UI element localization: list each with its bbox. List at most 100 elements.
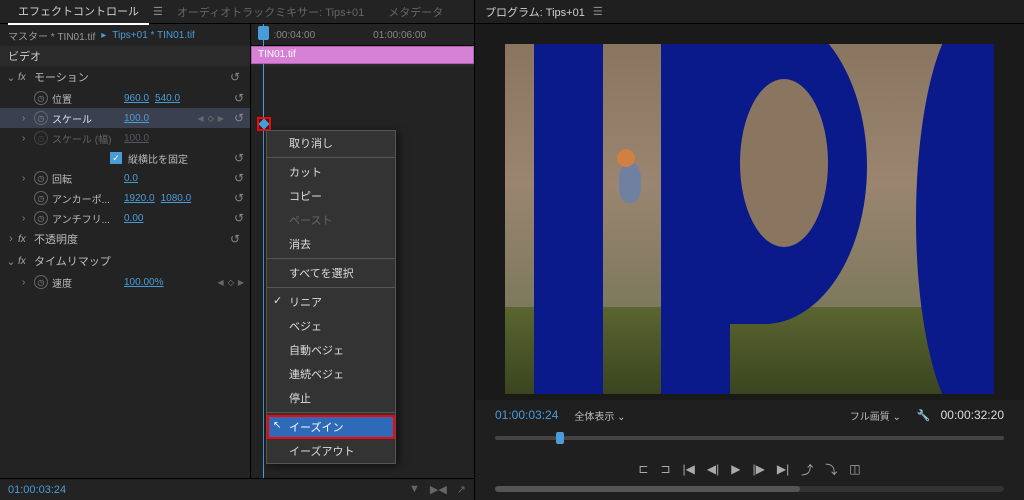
timeline-ruler[interactable] xyxy=(251,24,474,46)
anchor-y-value[interactable]: 1080.0 xyxy=(161,193,192,204)
playhead-time[interactable]: 01:00:03:24 xyxy=(8,484,66,496)
clip-bar[interactable]: TIN01.tif xyxy=(251,46,474,64)
add-keyframe-icon[interactable]: ◇ xyxy=(208,114,214,123)
reset-icon[interactable]: ↺ xyxy=(234,211,244,225)
menu-undo[interactable]: 取り消し xyxy=(267,131,395,155)
fx-opacity[interactable]: › fx 不透明度 ↺ xyxy=(0,228,250,250)
fit-dropdown[interactable]: 全体表示 ⌄ xyxy=(568,406,631,425)
reset-icon[interactable]: ↺ xyxy=(230,232,240,246)
mark-out-icon[interactable]: ⊐ xyxy=(660,462,670,476)
menu-auto-bezier[interactable]: 自動ベジェ xyxy=(267,338,395,362)
keyframe-diamond-icon xyxy=(258,118,269,129)
panel-tab-bar: エフェクトコントロール ☰ オーディオトラックミキサー: Tips+01 メタデ… xyxy=(0,0,474,24)
bottom-status-bar: 01:00:03:24 ▼ ▶◀ ↗ xyxy=(0,478,474,500)
step-forward-icon[interactable]: |▶ xyxy=(752,462,764,476)
checkbox-checked-icon[interactable]: ✓ xyxy=(110,152,122,164)
menu-linear[interactable]: ✓リニア xyxy=(267,290,395,314)
prop-rotation[interactable]: › ◷ 回転 0.0 ↺ xyxy=(0,168,250,188)
toggle-icon[interactable]: ▶◀ xyxy=(430,483,447,496)
scrub-thumb[interactable] xyxy=(556,432,564,444)
menu-clear[interactable]: 消去 xyxy=(267,232,395,256)
go-to-in-icon[interactable]: |◀ xyxy=(683,462,695,476)
menu-ease-in[interactable]: ↖イーズイン xyxy=(267,415,395,439)
stopwatch-icon[interactable]: ◷ xyxy=(34,191,48,205)
menu-cut[interactable]: カット xyxy=(267,160,395,184)
breadcrumb-current[interactable]: Tips+01 * TIN01.tif xyxy=(112,30,195,41)
stopwatch-icon[interactable]: ◷ xyxy=(34,111,48,125)
prop-position[interactable]: ◷ 位置 960.0 540.0 ↺ xyxy=(0,88,250,108)
lock-aspect-row[interactable]: ✓ 縦横比を固定 ↺ xyxy=(0,148,250,168)
prop-scale[interactable]: › ◷ スケール 100.0 ◀ ◇ ▶ ↺ xyxy=(0,108,250,128)
zoom-thumb[interactable] xyxy=(495,486,800,492)
next-keyframe-icon[interactable]: ▶ xyxy=(218,114,224,123)
quality-dropdown[interactable]: フル画質 ⌄ xyxy=(844,406,907,425)
playhead-line xyxy=(263,24,264,494)
bird-image xyxy=(617,149,657,209)
menu-select-all[interactable]: すべてを選択 xyxy=(267,261,395,285)
stopwatch-icon[interactable]: ◷ xyxy=(34,275,48,289)
stopwatch-icon[interactable]: ◷ xyxy=(34,211,48,225)
prop-antiflicker[interactable]: › ◷ アンチフリ... 0.00 ↺ xyxy=(0,208,250,228)
tab-audio-mixer[interactable]: オーディオトラックミキサー: Tips+01 xyxy=(167,0,374,24)
tab-effect-controls[interactable]: エフェクトコントロール xyxy=(8,0,149,25)
menu-copy[interactable]: コピー xyxy=(267,184,395,208)
text-overlay xyxy=(534,44,602,394)
tab-metadata[interactable]: メタデータ xyxy=(378,0,453,24)
position-y-value[interactable]: 540.0 xyxy=(155,93,180,104)
keyframe-marker[interactable] xyxy=(257,117,271,131)
panel-menu-icon[interactable]: ☰ xyxy=(153,5,163,18)
extract-icon[interactable]: ⤵ xyxy=(825,461,837,478)
fx-timeremap[interactable]: ⌄ fx タイムリマップ xyxy=(0,250,250,272)
reset-icon[interactable]: ↺ xyxy=(234,171,244,185)
antiflicker-value[interactable]: 0.00 xyxy=(124,213,143,224)
speed-value[interactable]: 100.00% xyxy=(124,277,163,288)
step-back-icon[interactable]: ◀| xyxy=(707,462,719,476)
play-icon[interactable]: ▶ xyxy=(731,462,740,476)
stopwatch-icon[interactable]: ◷ xyxy=(34,91,48,105)
prev-keyframe-icon[interactable]: ◀ xyxy=(218,278,224,287)
menu-hold[interactable]: 停止 xyxy=(267,386,395,410)
context-menu: 取り消し カット コピー ペースト 消去 すべてを選択 ✓リニア ベジェ 自動ベ… xyxy=(266,130,396,464)
prop-speed[interactable]: › ◷ 速度 100.00% ◀ ◇ ▶ xyxy=(0,272,250,292)
add-keyframe-icon[interactable]: ◇ xyxy=(228,278,234,287)
prop-scale-width: › ◷ スケール (幅) 100.0 xyxy=(0,128,250,148)
position-x-value[interactable]: 960.0 xyxy=(124,93,149,104)
prev-keyframe-icon[interactable]: ◀ xyxy=(197,114,203,123)
panel-menu-icon[interactable]: ☰ xyxy=(593,5,603,18)
cursor-icon: ↖ xyxy=(273,420,281,431)
mark-in-icon[interactable]: ⊏ xyxy=(638,462,648,476)
expand-icon[interactable]: › xyxy=(4,233,18,245)
menu-cont-bezier[interactable]: 連続ベジェ xyxy=(267,362,395,386)
prop-anchor[interactable]: ◷ アンカーポ... 1920.0 1080.0 ↺ xyxy=(0,188,250,208)
lift-icon[interactable]: ⤴ xyxy=(801,461,813,478)
reset-icon[interactable]: ↺ xyxy=(230,70,240,84)
export-frame-icon[interactable]: ◫ xyxy=(849,462,860,476)
check-icon: ✓ xyxy=(273,294,282,307)
expand-icon[interactable]: › xyxy=(22,113,34,124)
transport-controls: ⊏ ⊐ |◀ ◀| ▶ |▶ ▶| ⤴ ⤵ ◫ xyxy=(475,454,1024,484)
program-tab[interactable]: プログラム: Tips+01 ☰ xyxy=(475,0,1024,24)
next-keyframe-icon[interactable]: ▶ xyxy=(238,278,244,287)
program-monitor[interactable] xyxy=(475,24,1024,400)
scale-value[interactable]: 100.0 xyxy=(124,113,149,124)
current-time[interactable]: 01:00:03:24 xyxy=(495,408,558,422)
menu-ease-out[interactable]: イーズアウト xyxy=(267,439,395,463)
reset-icon[interactable]: ↺ xyxy=(234,91,244,105)
stopwatch-icon[interactable]: ◷ xyxy=(34,171,48,185)
reset-icon[interactable]: ↺ xyxy=(234,151,244,165)
zoom-bar[interactable] xyxy=(475,484,1024,500)
rotation-value[interactable]: 0.0 xyxy=(124,173,138,184)
fx-badge-icon: fx xyxy=(18,256,34,267)
reset-icon[interactable]: ↺ xyxy=(234,191,244,205)
filter-icon[interactable]: ▼ xyxy=(409,483,420,496)
reset-icon[interactable]: ↺ xyxy=(234,111,244,125)
go-to-out-icon[interactable]: ▶| xyxy=(777,462,789,476)
anchor-x-value[interactable]: 1920.0 xyxy=(124,193,155,204)
settings-icon[interactable]: 🔧 xyxy=(917,409,931,422)
menu-bezier[interactable]: ベジェ xyxy=(267,314,395,338)
fx-motion[interactable]: ⌄ fx モーション ↺ xyxy=(0,66,250,88)
expand-icon[interactable]: ⌄ xyxy=(4,255,18,268)
expand-icon[interactable]: ⌄ xyxy=(4,71,18,84)
scrub-bar[interactable] xyxy=(475,430,1024,454)
export-icon[interactable]: ↗ xyxy=(457,483,466,496)
